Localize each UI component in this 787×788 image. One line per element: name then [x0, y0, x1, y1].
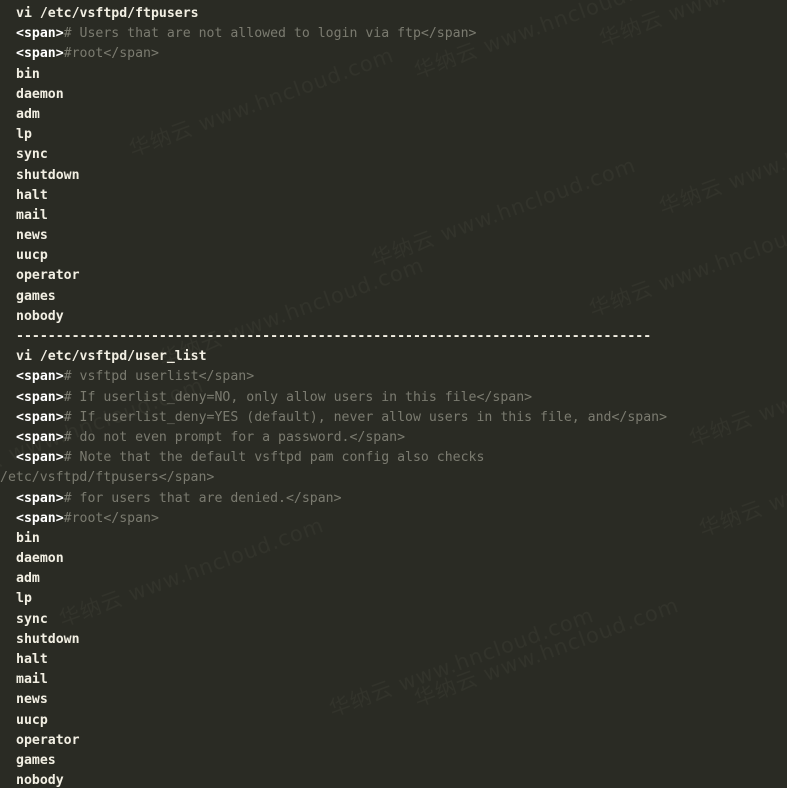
span-open-tag: <span>	[16, 510, 64, 526]
code-text: daemon	[16, 86, 64, 102]
code-text: uucp	[16, 248, 48, 264]
code-line-comment: <span>#root</span>	[16, 509, 787, 529]
code-text: shutdown	[16, 631, 80, 647]
code-text: games	[16, 752, 56, 768]
code-text: news	[16, 692, 48, 708]
code-line: lp	[16, 125, 787, 145]
comment-text: # If userlist_deny=NO, only allow users …	[63, 389, 533, 405]
code-line-wrapped: /etc/vsftpd/ftpusers</span>	[0, 468, 787, 488]
code-line-comment: <span># for users that are denied.</span…	[16, 489, 787, 509]
code-line: shutdown	[16, 166, 787, 186]
code-line-comment: <span># do not even prompt for a passwor…	[16, 428, 787, 448]
code-text: sync	[16, 611, 48, 627]
span-open-tag: <span>	[16, 490, 64, 506]
code-line: vi /etc/vsftpd/user_list	[16, 347, 787, 367]
code-line: news	[16, 226, 787, 246]
code-text: bin	[16, 530, 40, 546]
code-line: operator	[16, 266, 787, 286]
code-text: news	[16, 228, 48, 244]
code-line: sync	[16, 610, 787, 630]
code-text: sync	[16, 147, 48, 163]
code-line-comment: <span>#root</span>	[16, 44, 787, 64]
code-text: vi /etc/vsftpd/ftpusers	[16, 6, 199, 21]
code-text: lp	[16, 127, 32, 143]
code-text: shutdown	[16, 167, 80, 183]
code-line: shutdown	[16, 630, 787, 650]
code-line: uucp	[16, 246, 787, 266]
code-text: halt	[16, 187, 48, 203]
code-text: lp	[16, 591, 32, 607]
code-text: mail	[16, 672, 48, 688]
code-line: lp	[16, 589, 787, 609]
code-line-comment: <span># Note that the default vsftpd pam…	[16, 448, 787, 468]
code-line-comment: <span># vsftpd userlist</span>	[16, 367, 787, 387]
separator-line: ----------------------------------------…	[16, 327, 787, 347]
code-line: mail	[16, 670, 787, 690]
code-text: nobody	[16, 773, 64, 788]
code-line: bin	[16, 65, 787, 85]
code-line: daemon	[16, 549, 787, 569]
code-text: adm	[16, 571, 40, 587]
code-text: bin	[16, 66, 40, 82]
code-line: sync	[16, 145, 787, 165]
code-text: games	[16, 288, 56, 304]
comment-text: # vsftpd userlist</span>	[63, 369, 255, 385]
code-text: nobody	[16, 308, 64, 324]
span-open-tag: <span>	[16, 46, 64, 62]
span-open-tag: <span>	[16, 429, 64, 445]
code-text: adm	[16, 106, 40, 122]
code-text: vi /etc/vsftpd/user_list	[16, 349, 207, 365]
comment-text: # If userlist_deny=YES (default), never …	[63, 409, 668, 425]
span-open-tag: <span>	[16, 389, 64, 405]
code-line: uucp	[16, 711, 787, 731]
span-open-tag: <span>	[16, 409, 64, 425]
code-line: news	[16, 690, 787, 710]
comment-text: #root</span>	[63, 510, 159, 526]
code-line: games	[16, 287, 787, 307]
comment-text: # Users that are not allowed to login vi…	[63, 26, 477, 42]
code-line: nobody	[16, 771, 787, 788]
code-line-comment: <span># If userlist_deny=YES (default), …	[16, 408, 787, 428]
code-line: operator	[16, 731, 787, 751]
code-text: operator	[16, 732, 80, 748]
code-line: bin	[16, 529, 787, 549]
code-text: operator	[16, 268, 80, 284]
span-open-tag: <span>	[16, 26, 64, 42]
comment-text: # for users that are denied.</span>	[63, 490, 342, 506]
code-line: daemon	[16, 85, 787, 105]
code-line-comment: <span># Users that are not allowed to lo…	[16, 24, 787, 44]
code-line: adm	[16, 569, 787, 589]
code-text: mail	[16, 207, 48, 223]
comment-text: # Note that the default vsftpd pam confi…	[63, 450, 485, 466]
code-line: halt	[16, 186, 787, 206]
span-open-tag: <span>	[16, 450, 64, 466]
code-line: vi /etc/vsftpd/ftpusers	[16, 4, 787, 24]
code-line: mail	[16, 206, 787, 226]
code-line: adm	[16, 105, 787, 125]
span-open-tag: <span>	[16, 369, 64, 385]
code-line: nobody	[16, 307, 787, 327]
code-text: daemon	[16, 551, 64, 567]
code-line-comment: <span># If userlist_deny=NO, only allow …	[16, 388, 787, 408]
code-text: uucp	[16, 712, 48, 728]
terminal-screen: 华纳云 www.hncloud.com华纳云 www.hncloud.com华纳…	[0, 0, 787, 788]
code-listing: vi /etc/vsftpd/ftpusers <span># Users tha…	[0, 0, 787, 788]
code-line: halt	[16, 650, 787, 670]
comment-text: # do not even prompt for a password.</sp…	[63, 429, 406, 445]
comment-text-continuation: /etc/vsftpd/ftpusers</span>	[0, 470, 215, 486]
code-line: games	[16, 751, 787, 771]
comment-text: #root</span>	[63, 46, 159, 62]
code-text: halt	[16, 652, 48, 667]
separator-dashes: ----------------------------------------…	[16, 329, 652, 344]
